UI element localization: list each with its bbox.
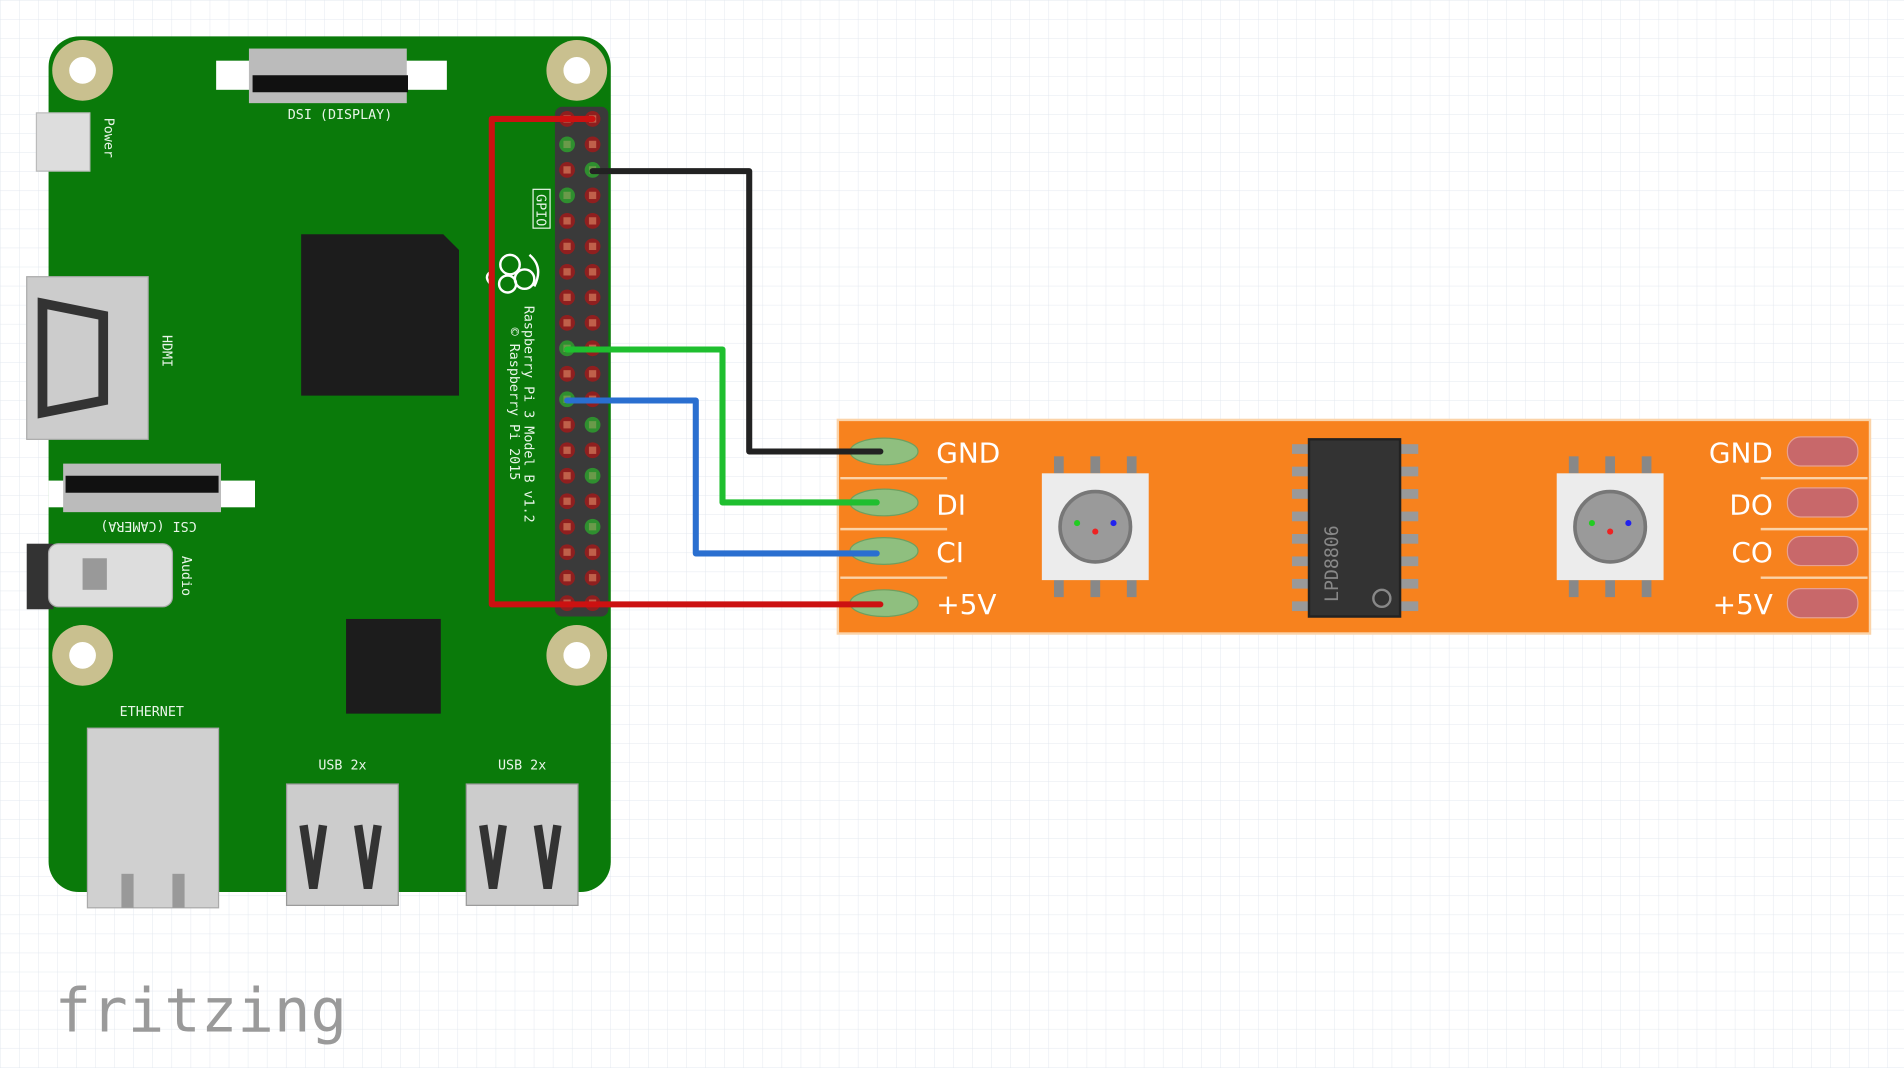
audio-jack — [26, 543, 174, 610]
left-pin-label-ci: CI — [936, 536, 964, 569]
left-pin-label-5v: +5V — [936, 588, 996, 621]
ethernet-port — [86, 727, 220, 909]
power-connector — [35, 112, 91, 172]
right-pad-+5V[interactable] — [1786, 588, 1859, 619]
usb-port-1 — [285, 783, 399, 906]
usb-label-1: USB 2x — [318, 758, 366, 773]
right-pin-label-do: DO — [1729, 489, 1772, 522]
hdmi-connector — [26, 276, 149, 440]
csi-label: CSI (CAMERA) — [100, 518, 196, 533]
lan-chip — [346, 618, 441, 714]
fritzing-watermark: fritzing — [55, 977, 347, 1047]
right-pin-label-co: CO — [1731, 536, 1772, 569]
right-pad-GND[interactable] — [1786, 436, 1859, 467]
left-pin-label-di: DI — [936, 489, 966, 522]
left-pin-label-gnd: GND — [936, 436, 1000, 469]
led-strip[interactable]: LPD8806 GND DI CI +5V GND DO CO +5V — [836, 418, 1872, 635]
board-name: Raspberry Pi 3 Model B v1.2 — [521, 306, 536, 523]
usb-label-2: USB 2x — [498, 758, 546, 773]
right-pin-label-5v: +5V — [1713, 588, 1773, 621]
gpio-label: GPIO — [533, 194, 548, 226]
rgb-led-1 — [1041, 456, 1149, 598]
usb-port-2 — [465, 783, 579, 906]
gpio-header — [554, 106, 609, 617]
right-pad-CO[interactable] — [1786, 535, 1859, 567]
breadboard-canvas: DSI (DISPLAY) Power HDMI CSI (CAMERA) Au… — [0, 0, 1904, 1068]
board-copyright: © Raspberry Pi 2015 — [506, 328, 521, 481]
chip-label: LPD8806 — [1322, 525, 1343, 602]
right-pin-label-gnd: GND — [1709, 436, 1773, 469]
hdmi-label: HDMI — [159, 335, 174, 367]
rgb-led-2 — [1556, 456, 1664, 598]
ethernet-label: ETHERNET — [120, 705, 184, 720]
right-pad-DO[interactable] — [1786, 487, 1859, 518]
lpd8806-chip: LPD8806 — [1292, 438, 1419, 618]
audio-label: Audio — [178, 556, 193, 596]
raspberry-pi-board[interactable]: DSI (DISPLAY) Power HDMI CSI (CAMERA) Au… — [26, 36, 611, 909]
soc-chip — [301, 234, 459, 396]
dsi-label: DSI (DISPLAY) — [288, 108, 392, 123]
power-label: Power — [100, 118, 115, 158]
